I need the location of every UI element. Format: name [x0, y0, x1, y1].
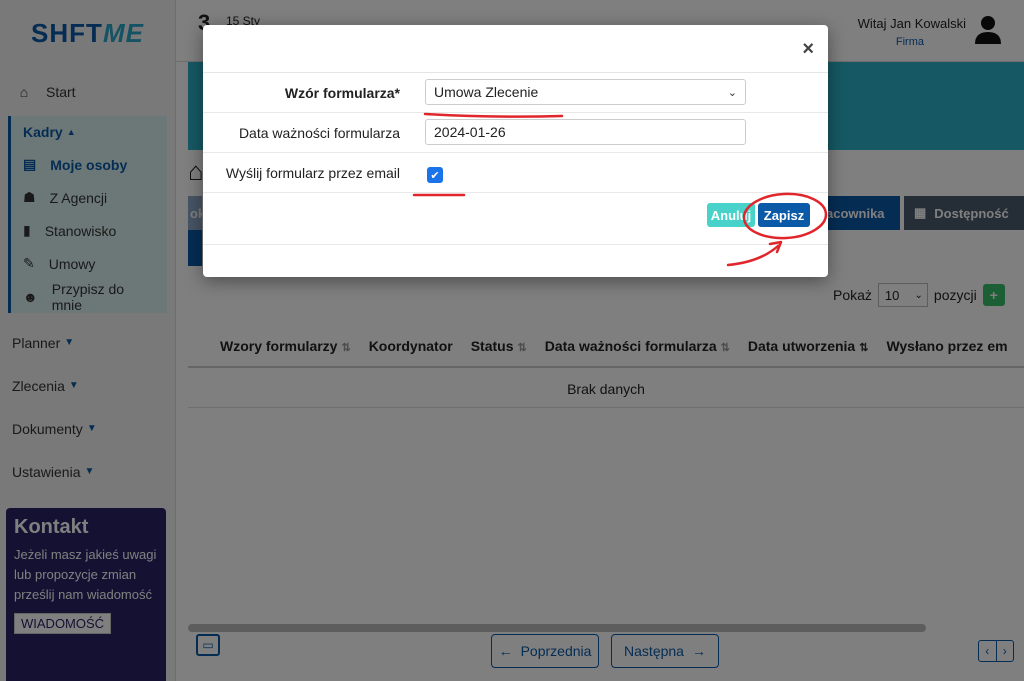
template-value: Umowa Zlecenie	[434, 84, 539, 100]
email-row: Wyślij formularz przez email ✔	[203, 153, 828, 193]
template-row: Wzór formularza* Umowa Zlecenie ⌄	[203, 73, 828, 113]
check-icon: ✔	[430, 169, 440, 182]
template-select[interactable]: Umowa Zlecenie ⌄	[425, 79, 746, 105]
expiry-row: Data ważności formularza 2024-01-26	[203, 113, 828, 153]
cancel-button[interactable]: Anuluj	[707, 203, 755, 227]
modal-footer: Anuluj Zapisz	[203, 193, 828, 245]
expiry-date-input[interactable]: 2024-01-26	[425, 119, 746, 145]
template-label: Wzór formularza*	[284, 85, 400, 101]
send-email-checkbox[interactable]: ✔	[427, 167, 443, 183]
expiry-label: Data ważności formularza	[238, 125, 400, 141]
modal-header: ×	[203, 25, 828, 73]
close-icon[interactable]: ×	[802, 39, 814, 59]
form-modal: × Wzór formularza* Umowa Zlecenie ⌄ Data…	[203, 25, 828, 277]
expiry-value: 2024-01-26	[434, 124, 506, 140]
save-button[interactable]: Zapisz	[758, 203, 810, 227]
chevron-down-icon: ⌄	[727, 86, 737, 99]
email-label: Wyślij formularz przez email	[225, 165, 400, 181]
